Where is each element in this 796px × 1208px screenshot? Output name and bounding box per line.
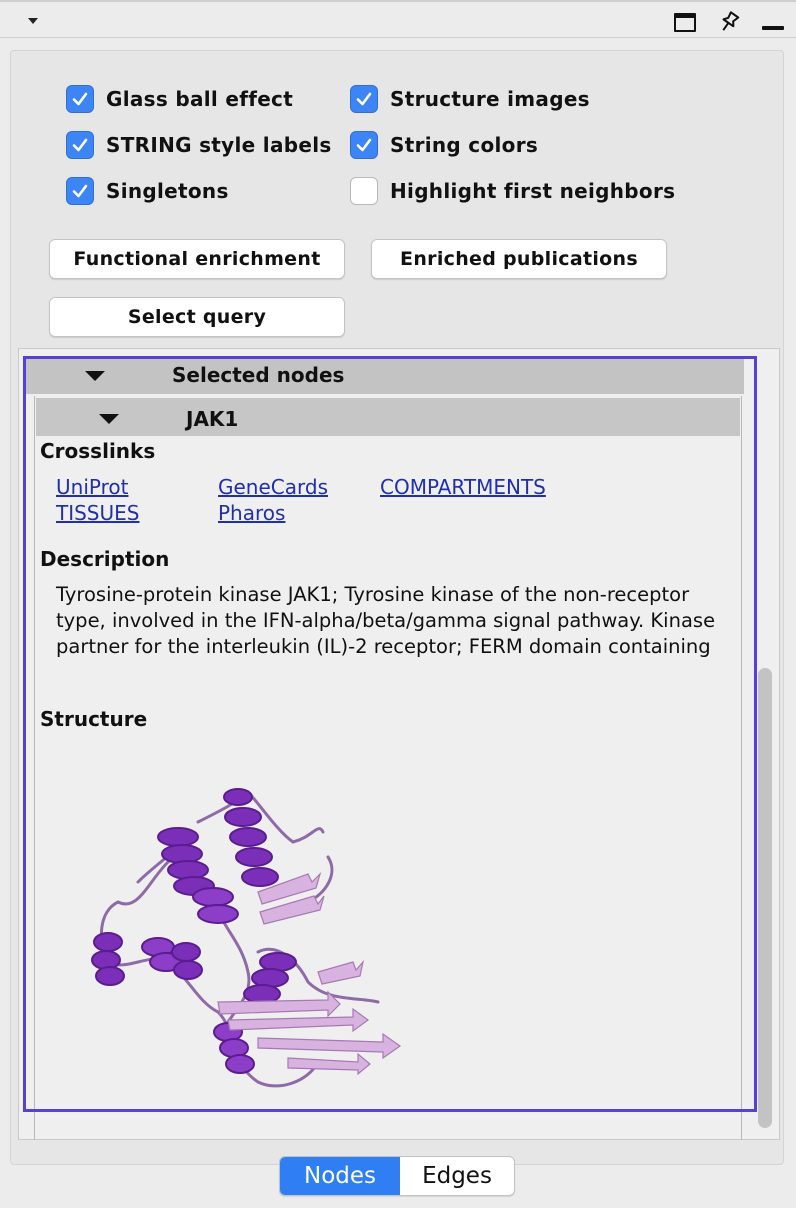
selected-nodes-header[interactable] xyxy=(26,358,744,394)
checkmark-icon xyxy=(72,184,88,198)
structure-heading: Structure xyxy=(40,707,148,731)
protein-structure-image xyxy=(91,788,402,1088)
glass-ball-option[interactable]: Glass ball effect xyxy=(66,84,293,114)
highlight-neighbors-label: Highlight first neighbors xyxy=(390,179,676,203)
string-labels-label: STRING style labels xyxy=(106,133,332,157)
minimize-icon[interactable] xyxy=(762,26,784,30)
pin-icon[interactable] xyxy=(716,9,742,35)
scrollbar-thumb[interactable] xyxy=(758,668,772,1128)
triangle-down-icon[interactable] xyxy=(99,414,119,424)
functional-enrichment-button[interactable]: Functional enrichment xyxy=(49,239,345,279)
genecards-link[interactable]: GeneCards xyxy=(218,475,328,499)
checkmark-icon xyxy=(72,92,88,106)
nodes-edges-tabs: Nodes Edges xyxy=(279,1156,515,1196)
window-icon[interactable] xyxy=(674,13,696,32)
structure-images-label: Structure images xyxy=(390,87,590,111)
singletons-option[interactable]: Singletons xyxy=(66,176,229,206)
singletons-checkbox[interactable] xyxy=(66,177,94,205)
selected-nodes-title: Selected nodes xyxy=(172,363,345,387)
singletons-label: Singletons xyxy=(106,179,229,203)
highlight-neighbors-option[interactable]: Highlight first neighbors xyxy=(350,176,675,206)
node-name: JAK1 xyxy=(186,407,239,431)
panel-toolbar xyxy=(0,0,796,38)
string-colors-checkbox[interactable] xyxy=(350,131,378,159)
string-colors-option[interactable]: String colors xyxy=(350,130,538,160)
tab-nodes[interactable]: Nodes xyxy=(280,1157,400,1195)
string-colors-label: String colors xyxy=(390,133,539,157)
checkmark-icon xyxy=(356,138,372,152)
glass-ball-label: Glass ball effect xyxy=(106,87,294,111)
string-labels-checkbox[interactable] xyxy=(66,131,94,159)
node-header[interactable] xyxy=(36,398,740,436)
triangle-down-icon[interactable] xyxy=(85,371,105,381)
checkmark-icon xyxy=(72,138,88,152)
structure-images-option[interactable]: Structure images xyxy=(350,84,590,114)
checkmark-icon xyxy=(356,92,372,106)
tissues-link[interactable]: TISSUES xyxy=(56,501,139,525)
description-heading: Description xyxy=(40,547,170,571)
glass-ball-checkbox[interactable] xyxy=(66,85,94,113)
enriched-publications-button[interactable]: Enriched publications xyxy=(371,239,667,279)
structure-images-checkbox[interactable] xyxy=(350,85,378,113)
highlight-neighbors-checkbox[interactable] xyxy=(350,177,378,205)
menu-arrow-icon[interactable] xyxy=(28,18,38,24)
crosslinks-heading: Crosslinks xyxy=(40,439,156,463)
select-query-button[interactable]: Select query xyxy=(49,297,345,337)
tab-edges[interactable]: Edges xyxy=(400,1157,514,1195)
compartments-link[interactable]: COMPARTMENTS xyxy=(380,475,546,499)
uniprot-link[interactable]: UniProt xyxy=(56,475,128,499)
string-labels-option[interactable]: STRING style labels xyxy=(66,130,332,160)
pharos-link[interactable]: Pharos xyxy=(218,501,285,525)
description-text: Tyrosine-protein kinase JAK1; Tyrosine k… xyxy=(56,583,716,658)
